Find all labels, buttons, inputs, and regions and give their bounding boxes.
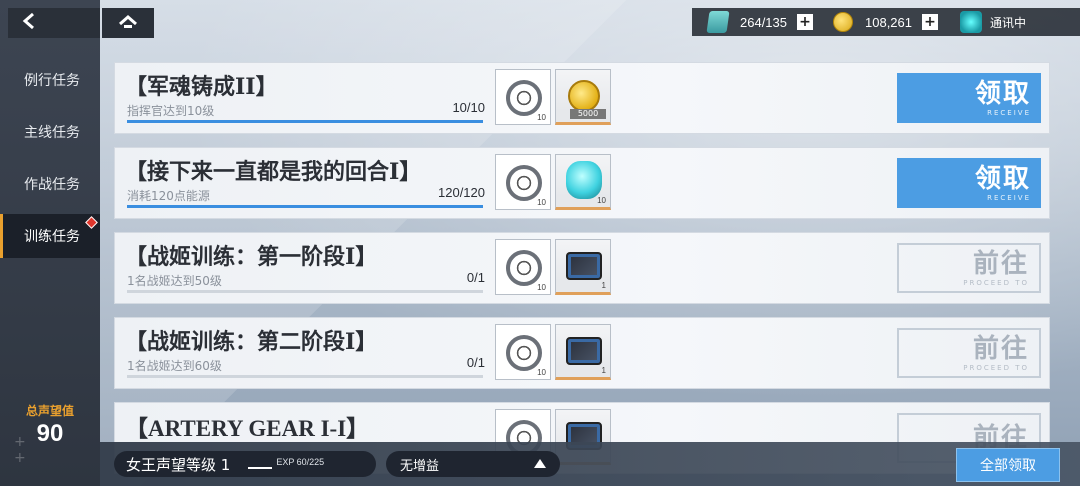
notification-dot-icon (85, 216, 98, 229)
sidebar-item-routine[interactable]: 例行任务 (0, 58, 100, 102)
task-progress-count: 10/10 (452, 100, 485, 115)
reward-qty: 10 (537, 198, 546, 207)
receive-button[interactable]: 领取 RECEIVE (897, 73, 1041, 123)
action-sublabel: RECEIVE (987, 108, 1031, 117)
task-title: 【ARTERY GEAR I-I】 (125, 416, 370, 441)
reward-qty: 10 (597, 196, 606, 205)
reward-qty: 10 (537, 283, 546, 292)
chip-icon (566, 337, 602, 365)
reward-qty: 10 (537, 113, 546, 122)
claim-all-button[interactable]: 全部领取 (956, 448, 1060, 482)
communication-icon[interactable] (960, 11, 982, 33)
exp-ring-icon (506, 335, 542, 371)
task-description: 消耗120点能源 (127, 189, 210, 203)
sidebar: 例行任务 主线任务 作战任务 训练任务 总声望值 90 + + (0, 0, 100, 486)
progress-bar (127, 375, 483, 378)
action-label: 前往 (972, 248, 1029, 279)
sidebar-item-main[interactable]: 主线任务 (0, 110, 100, 154)
chevron-left-icon (22, 11, 36, 36)
energy-core-icon (566, 161, 602, 199)
buff-dropdown[interactable]: 无增益 (386, 451, 560, 477)
triangle-up-icon (534, 457, 546, 472)
exp-ring-icon (506, 80, 542, 116)
reward-qty: 10 (537, 368, 546, 377)
sidebar-item-label: 作战任务 (24, 177, 80, 193)
reward-core[interactable]: 10 (555, 154, 611, 210)
resource-bar: 264/135 + 108,261 + 通讯中 (692, 8, 1080, 36)
reward-exp[interactable]: 10 (495, 154, 551, 210)
add-coin-button[interactable]: + (922, 14, 938, 30)
sidebar-item-combat[interactable]: 作战任务 (0, 162, 100, 206)
sidebar-item-training[interactable]: 训练任务 (0, 214, 100, 258)
gold-coin-icon (568, 80, 600, 112)
reward-qty: 5000 (570, 109, 606, 119)
task-title: 【接下来一直都是我的回合I】 (125, 159, 422, 185)
task-progress-count: 120/120 (438, 185, 485, 200)
exp-bar (248, 467, 273, 469)
reward-exp[interactable]: 10 (495, 239, 551, 295)
action-label: 领取 (974, 163, 1031, 194)
task-row: 【战姬训练：第一阶段I】 1名战姬达到50级 0/1 10 1 前往 PROCE… (114, 232, 1050, 304)
proceed-button[interactable]: 前往 PROCEED TO (897, 243, 1041, 293)
task-row: 【军魂铸成II】 指挥官达到10级 10/10 10 5000 领取 RECEI… (114, 62, 1050, 134)
proceed-button[interactable]: 前往 PROCEED TO (897, 328, 1041, 378)
prestige-level: 女王声望等级 1 (126, 455, 231, 474)
reward-exp[interactable]: 10 (495, 69, 551, 125)
sidebar-item-label: 例行任务 (24, 73, 80, 89)
sidebar-item-label: 训练任务 (24, 229, 80, 245)
buff-label: 无增益 (400, 458, 440, 474)
reward-coin[interactable]: 5000 (555, 69, 611, 125)
sidebar-item-label: 主线任务 (24, 125, 80, 141)
back-button[interactable] (8, 8, 100, 38)
task-progress-count: 0/1 (466, 355, 485, 370)
fuel-value: 264/135 (740, 14, 787, 30)
task-title: 【战姬训练：第二阶段I】 (125, 329, 378, 355)
progress-fill (127, 205, 483, 208)
add-fuel-button[interactable]: + (797, 14, 813, 30)
reward-exp[interactable]: 10 (495, 324, 551, 380)
task-row: 【战姬训练：第二阶段I】 1名战姬达到60级 0/1 10 1 前往 PROCE… (114, 317, 1050, 389)
task-description: 1名战姬达到50级 (127, 274, 222, 288)
action-label: 前往 (972, 333, 1029, 364)
task-description: 指挥官达到10级 (127, 104, 215, 118)
exp-value: EXP 60/225 (276, 457, 325, 467)
task-description: 1名战姬达到60级 (127, 359, 222, 373)
action-sublabel: RECEIVE (987, 193, 1031, 202)
task-progress-count: 0/1 (466, 270, 485, 285)
communication-status: 通讯中 (990, 15, 1027, 30)
task-row: 【接下来一直都是我的回合I】 消耗120点能源 120/120 10 10 领取… (114, 147, 1050, 219)
task-title: 【战姬训练：第一阶段I】 (125, 244, 378, 270)
progress-fill (127, 120, 483, 123)
prestige-label: 总声望值 (25, 404, 74, 418)
decoration: + + (14, 434, 48, 466)
action-sublabel: PROCEED TO (963, 278, 1029, 287)
reward-chip[interactable]: 1 (555, 239, 611, 295)
fuel-icon (706, 11, 730, 33)
reward-qty: 1 (601, 366, 606, 375)
chip-icon (566, 252, 602, 280)
action-sublabel: PROCEED TO (963, 363, 1029, 372)
progress-bar (127, 290, 483, 293)
coin-value: 108,261 (865, 14, 912, 30)
action-label: 领取 (974, 78, 1031, 109)
reward-chip[interactable]: 1 (555, 324, 611, 380)
coin-icon (833, 12, 853, 32)
exp-ring-icon (506, 165, 542, 201)
reward-qty: 1 (601, 281, 606, 290)
progress-bar (127, 205, 483, 208)
exp-ring-icon (506, 250, 542, 286)
home-button[interactable] (102, 8, 154, 38)
receive-button[interactable]: 领取 RECEIVE (897, 158, 1041, 208)
progress-bar (127, 120, 483, 123)
prestige-level-pill[interactable]: 女王声望等级 1 EXP 60/225 (114, 451, 376, 477)
task-title: 【军魂铸成II】 (125, 74, 278, 100)
chevron-up-icon (118, 13, 138, 33)
